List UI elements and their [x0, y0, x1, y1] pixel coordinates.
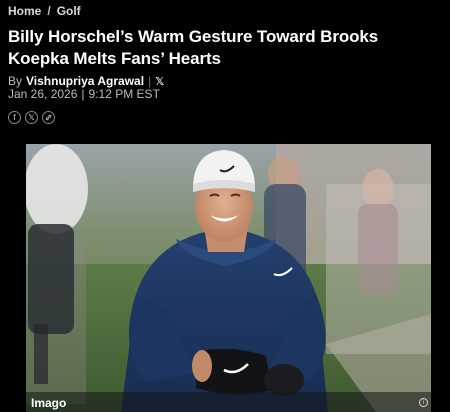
publish-date: Jan 26, 2026 | 9:12 PM EST: [8, 87, 160, 101]
article-page: Home / Golf Billy Horschel’s Warm Gestur…: [0, 0, 450, 412]
copy-link-icon[interactable]: [42, 111, 55, 124]
caption-bar: [26, 392, 431, 412]
breadcrumb-separator: /: [47, 4, 51, 18]
author-link[interactable]: Vishnupriya Agrawal: [26, 74, 144, 88]
time-text: 9:12 PM EST: [88, 87, 160, 101]
by-label: By: [8, 74, 23, 88]
photo-caption: Imago: [31, 396, 67, 410]
author-x-icon[interactable]: 𝕏: [155, 75, 164, 88]
breadcrumb-home-link[interactable]: Home: [8, 4, 41, 18]
article-title: Billy Horschel’s Warm Gesture Toward Bro…: [8, 27, 379, 68]
byline: By Vishnupriya Agrawal | 𝕏: [8, 74, 164, 88]
share-buttons: f 𝕏: [8, 111, 55, 124]
breadcrumb-section-link[interactable]: Golf: [57, 4, 81, 18]
facebook-share-icon[interactable]: f: [8, 111, 21, 124]
info-icon[interactable]: i: [419, 398, 428, 407]
date-text: Jan 26, 2026: [8, 87, 78, 101]
byline-divider: |: [148, 74, 152, 88]
date-divider: |: [81, 87, 85, 101]
x-share-icon[interactable]: 𝕏: [25, 111, 38, 124]
link-icon: [45, 114, 52, 121]
breadcrumb: Home / Golf: [8, 4, 81, 18]
article-photo: [26, 144, 431, 412]
